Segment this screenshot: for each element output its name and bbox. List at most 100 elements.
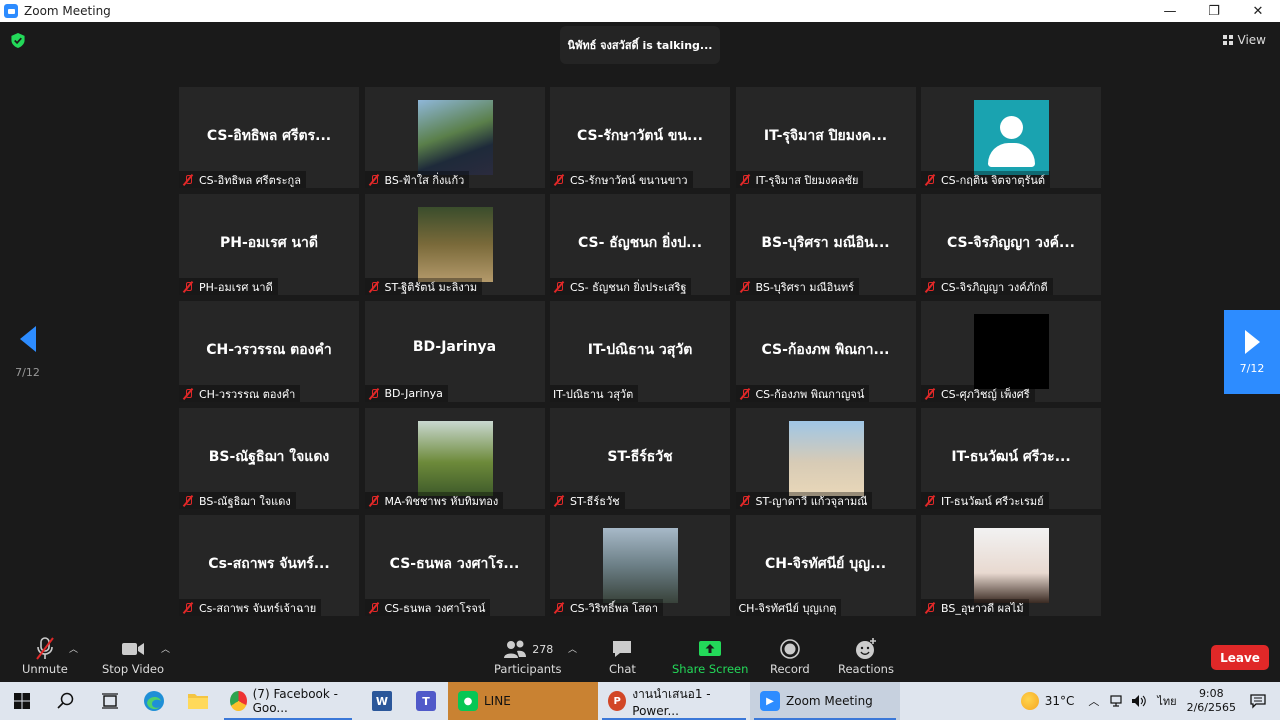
muted-microphone-icon bbox=[368, 388, 380, 400]
view-label: View bbox=[1237, 33, 1266, 47]
participant-name-label: ST-ฐิติรัตน์ มะลิงาม bbox=[364, 278, 483, 295]
participant-tile[interactable]: BD-Jarinya BD-Jarinya bbox=[364, 301, 545, 402]
participant-name-label: BS-บุริศรา มณีอินทร์ bbox=[735, 278, 860, 295]
view-button[interactable]: View bbox=[1222, 33, 1266, 47]
input-language[interactable]: ไทย bbox=[1157, 692, 1176, 710]
active-speaker-banner: นิพัทธ์ จงสวัสดิ์ is talking... bbox=[560, 26, 720, 64]
chat-bubble-icon bbox=[613, 641, 632, 657]
participant-display-name: CH-วรวรรณ ตองคำ bbox=[206, 342, 332, 358]
muted-microphone-icon bbox=[924, 602, 936, 614]
notifications-icon[interactable] bbox=[1250, 693, 1266, 709]
participant-name-label: CS-รักษาวัตน์ ขนานขาว bbox=[550, 171, 693, 188]
file-explorer-button[interactable] bbox=[176, 682, 220, 720]
participant-tile[interactable]: CS- ธัญชนก ยิ่งป... CS- ธัญชนก ยิ่งประเสร… bbox=[550, 194, 730, 295]
taskbar-app-chrome[interactable]: (7) Facebook - Goo... bbox=[220, 682, 356, 720]
maximize-button[interactable]: ❐ bbox=[1192, 0, 1236, 22]
teams-button[interactable]: T bbox=[404, 682, 448, 720]
word-button[interactable]: W bbox=[360, 682, 404, 720]
reactions-button[interactable]: Reactions bbox=[838, 636, 894, 676]
participant-tile[interactable]: BS-ฟ้าใส กิ่งแก้ว bbox=[364, 87, 545, 188]
participant-tile[interactable]: Cs-สถาพร จันทร์... Cs-สถาพร จันทร์เจ้าฉาย bbox=[179, 515, 359, 616]
participant-tile[interactable]: BS_อุษาวดี ผลไม้ bbox=[921, 515, 1101, 616]
participant-tile[interactable]: CS-กฤติน จิตจาตุรันต์ bbox=[921, 87, 1101, 188]
participant-tile[interactable]: ST-ธีร์ธวัช ST-ธีร์ธวัช bbox=[550, 408, 730, 509]
task-view-icon bbox=[102, 693, 118, 709]
unmute-button[interactable]: Unmute bbox=[22, 636, 68, 676]
participant-tile[interactable]: ST-ฐิติรัตน์ มะลิงาม bbox=[364, 194, 545, 295]
participant-tile[interactable]: ST-ญาดาวี แก้วจุลามณี bbox=[735, 408, 916, 509]
grid-view-icon bbox=[1222, 35, 1233, 45]
participant-tile[interactable]: IT-ธนวัฒน์ ศรีวะ... IT-ธนวัฒน์ ศรีวะเรมย์ bbox=[921, 408, 1101, 509]
muted-microphone-icon bbox=[182, 281, 194, 293]
participant-video bbox=[788, 421, 864, 496]
participant-tile[interactable]: CS-ศุภวิชญ์ เพ็งศรี bbox=[921, 301, 1101, 402]
windows-taskbar: (7) Facebook - Goo... W T ● LINE P งานนำ… bbox=[0, 682, 1280, 720]
participants-options-chevron-icon[interactable]: ︿ bbox=[568, 642, 577, 655]
encryption-shield-icon[interactable] bbox=[11, 33, 25, 48]
network-icon[interactable] bbox=[1109, 694, 1123, 708]
microphone-muted-icon bbox=[36, 637, 54, 660]
tray-chevron-up-icon[interactable]: ︿ bbox=[1088, 693, 1099, 709]
folder-icon bbox=[188, 694, 208, 709]
participant-name-label: BD-Jarinya bbox=[364, 385, 448, 402]
line-icon: ● bbox=[458, 691, 478, 711]
next-page-button[interactable]: 7/12 bbox=[1224, 310, 1280, 394]
participant-name: MA-พิชชาพร หับทิมทอง bbox=[384, 494, 499, 508]
participant-tile[interactable]: PH-อมเรศ นาดี PH-อมเรศ นาดี bbox=[179, 194, 359, 295]
close-button[interactable]: ✕ bbox=[1236, 0, 1280, 22]
taskbar-app-zoom[interactable]: ▶ Zoom Meeting bbox=[750, 682, 900, 720]
taskbar-app-line[interactable]: ● LINE bbox=[448, 682, 598, 720]
muted-microphone-icon bbox=[368, 281, 380, 293]
participant-tile[interactable]: CS-รักษาวัตน์ ขน... CS-รักษาวัตน์ ขนานขาว bbox=[550, 87, 730, 188]
task-view-button[interactable] bbox=[88, 682, 132, 720]
chat-button[interactable]: Chat bbox=[609, 636, 636, 676]
participant-name: CS-ธนพล วงศาโรจน์ bbox=[384, 601, 486, 615]
window-titlebar: Zoom Meeting — ❐ ✕ bbox=[0, 0, 1280, 22]
participant-tile[interactable]: CS-อิทธิพล ศรีตร... CS-อิทธิพล ศรีตระกูล bbox=[179, 87, 359, 188]
previous-page-button[interactable]: 7/12 bbox=[0, 310, 55, 394]
weather-sun-icon[interactable] bbox=[1020, 692, 1039, 710]
taskbar-app-chrome-label: (7) Facebook - Goo... bbox=[252, 687, 338, 715]
meeting-toolbar: Unmute ︿ Stop Video ︿ 278 Participants ︿ bbox=[0, 632, 1280, 682]
participant-display-name: IT-รุจิมาส ปิยมงค... bbox=[763, 128, 888, 144]
participant-name-label: CS-วิริทธิ์พล โสดา bbox=[550, 599, 664, 616]
participant-name-label: ST-ธีร์ธวัช bbox=[550, 492, 625, 509]
participant-tile[interactable]: IT-ปณิธาน วสุวัต IT-ปณิธาน วสุวัต bbox=[550, 301, 730, 402]
temperature[interactable]: 31°C bbox=[1045, 694, 1075, 708]
participant-display-name: CS-จิรภิญญา วงค์... bbox=[947, 235, 1075, 251]
muted-microphone-icon bbox=[924, 388, 936, 400]
share-screen-button[interactable]: Share Screen bbox=[672, 636, 748, 676]
clock-time: 9:08 bbox=[1198, 687, 1224, 700]
participant-tile[interactable]: CS-จิรภิญญา วงค์... CS-จิรภิญญา วงค์ภักดี bbox=[921, 194, 1101, 295]
audio-options-chevron-icon[interactable]: ︿ bbox=[69, 642, 78, 655]
taskbar-app-powerpoint[interactable]: P งานนำเสนอ1 - Power... bbox=[598, 682, 750, 720]
participant-tile[interactable]: BS-บุริศรา มณีอิน... BS-บุริศรา มณีอินทร์ bbox=[735, 194, 916, 295]
participant-tile[interactable]: CS-ธนพล วงศาโร... CS-ธนพล วงศาโรจน์ bbox=[364, 515, 545, 616]
participant-tile[interactable]: IT-รุจิมาส ปิยมงค... IT-รุจิมาส ปิยมงคลชั… bbox=[735, 87, 916, 188]
leave-button[interactable]: Leave bbox=[1211, 645, 1269, 670]
powerpoint-icon: P bbox=[608, 691, 627, 711]
speaker-volume-icon[interactable] bbox=[1131, 694, 1147, 708]
system-clock[interactable]: 9:08 2/6/2565 bbox=[1187, 687, 1236, 715]
video-options-chevron-icon[interactable]: ︿ bbox=[161, 642, 170, 655]
record-button[interactable]: Record bbox=[770, 636, 810, 676]
muted-microphone-icon bbox=[553, 602, 565, 614]
participant-display-name: CS-ธนพล วงศาโร... bbox=[389, 556, 520, 572]
taskbar-app-zoom-label: Zoom Meeting bbox=[786, 694, 873, 708]
participant-tile[interactable]: CS-ก้องภพ พิณกา... CS-ก้องภพ พิณกาญจน์ bbox=[735, 301, 916, 402]
start-button[interactable] bbox=[0, 682, 44, 720]
participant-tile[interactable]: CS-วิริทธิ์พล โสดา bbox=[550, 515, 730, 616]
minimize-button[interactable]: — bbox=[1148, 0, 1192, 22]
participants-count: 278 bbox=[532, 642, 554, 656]
participant-tile[interactable]: BS-ณัฐธิฌา ใจแดง BS-ณัฐธิฌา ใจแดง bbox=[179, 408, 359, 509]
participant-name: CS-จิรภิญญา วงค์ภักดี bbox=[941, 280, 1048, 294]
stop-video-button[interactable]: Stop Video bbox=[102, 636, 164, 676]
participant-tile[interactable]: CH-วรวรรณ ตองคำ CH-วรวรรณ ตองคำ bbox=[179, 301, 359, 402]
edge-browser-button[interactable] bbox=[132, 682, 176, 720]
participant-tile[interactable]: CH-จิรทัศนีย์ บุญ... CH-จิรทัศนีย์ บุญเกต… bbox=[735, 515, 916, 616]
participant-name: BS_อุษาวดี ผลไม้ bbox=[941, 601, 1024, 615]
participants-button[interactable]: 278 Participants bbox=[494, 636, 562, 676]
search-button[interactable] bbox=[44, 682, 88, 720]
participant-tile[interactable]: MA-พิชชาพร หับทิมทอง bbox=[364, 408, 545, 509]
participant-name-label: IT-ธนวัฒน์ ศรีวะเรมย์ bbox=[921, 492, 1049, 509]
